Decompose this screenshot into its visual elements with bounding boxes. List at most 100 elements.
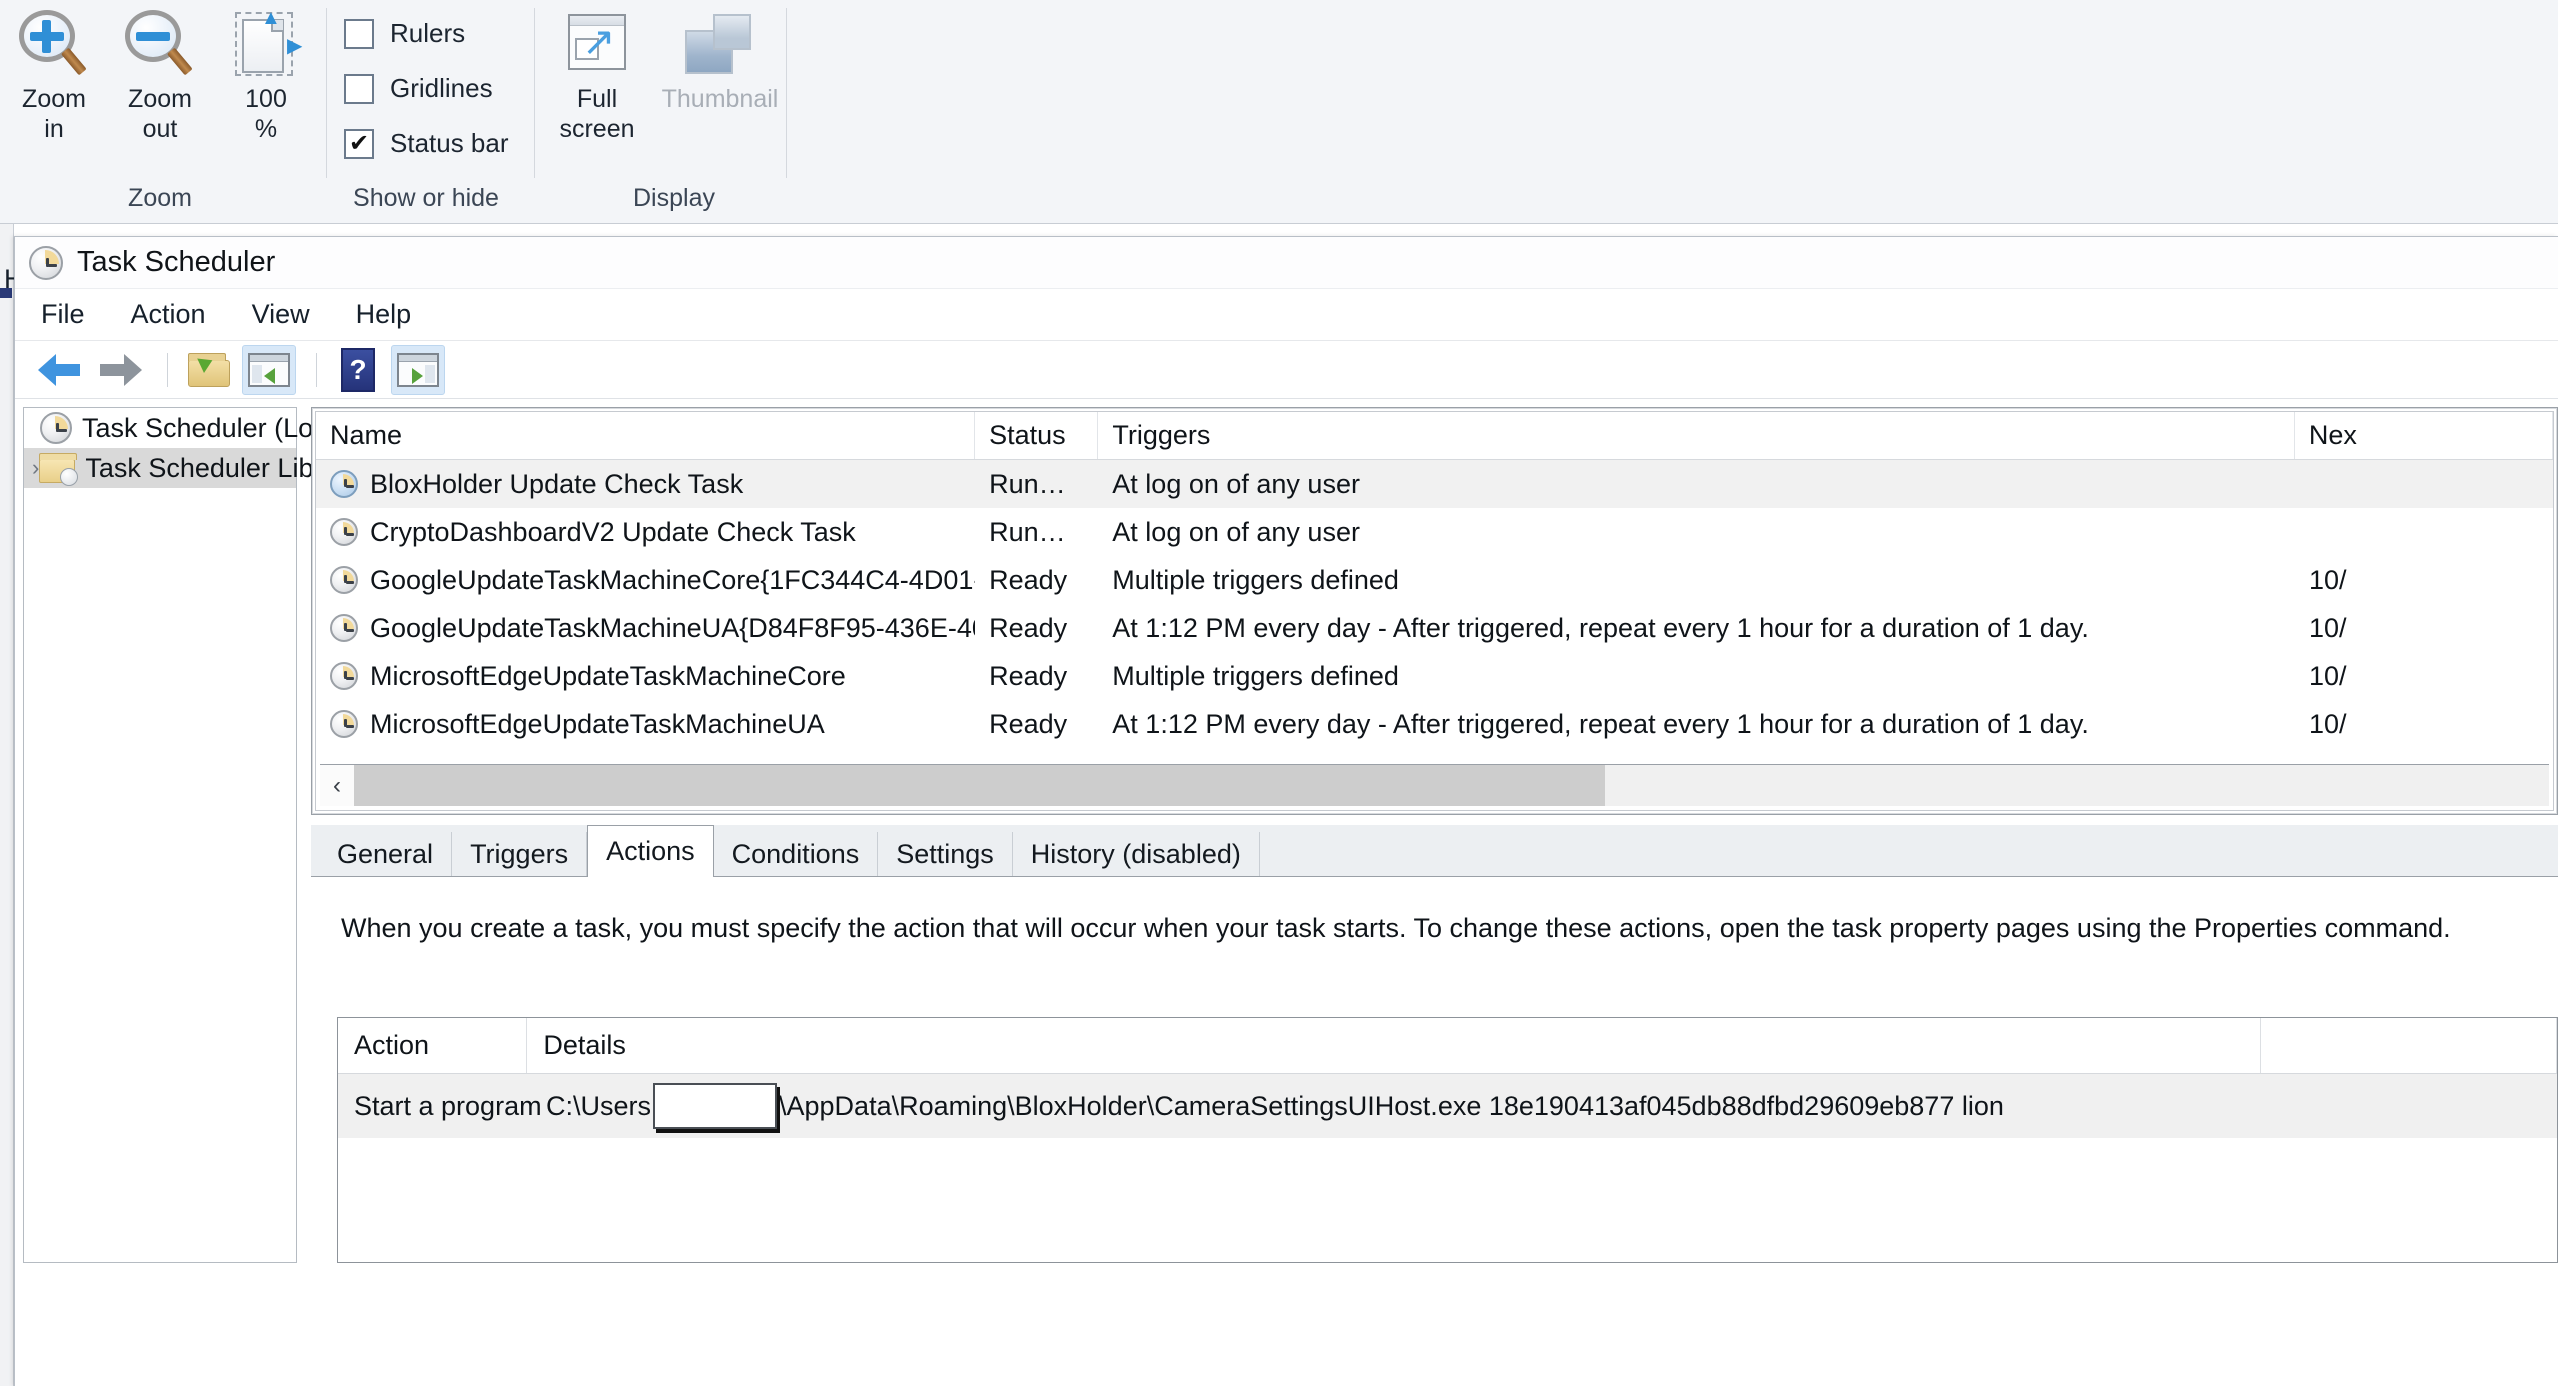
details-column[interactable]: Details	[527, 1018, 2262, 1073]
task-status-cell: Ready	[989, 564, 1068, 595]
zoom-in-button[interactable]: Zoom in	[6, 10, 102, 144]
task-list-header: Name Status Triggers Nex	[316, 412, 2553, 460]
forward-button[interactable]	[93, 345, 147, 395]
ribbon-divider-2	[534, 8, 535, 178]
task-name-text: BloxHolder Update Check Task	[370, 468, 744, 499]
status-bar-checkbox[interactable]: ✔ Status bar	[344, 128, 509, 159]
toolbar-divider-1	[167, 352, 168, 387]
table-row[interactable]: CryptoDashboardV2 Update Check Task Run……	[316, 508, 2553, 556]
gridlines-label: Gridlines	[390, 73, 493, 103]
task-name-cell: GoogleUpdateTaskMachineCore{1FC344C4-4D0…	[316, 565, 975, 596]
gridlines-checkbox-box[interactable]	[344, 73, 374, 104]
scroll-left-icon[interactable]: ‹	[320, 765, 354, 806]
task-name-text: GoogleUpdateTaskMachineCore{1FC344C4-4D0…	[370, 564, 976, 595]
table-row[interactable]: Start a program C:\Users \AppData\Roamin…	[338, 1074, 2557, 1138]
show-hide-group-label: Show or hide	[353, 184, 499, 212]
task-name-text: GoogleUpdateTaskMachineUA{D84F8F95-436E-…	[370, 612, 975, 643]
back-button[interactable]	[33, 345, 87, 395]
paint-ribbon: Zoom in Zoom out ▲ ▶ 100 % Zoom Rulers G…	[0, 0, 2558, 224]
tree-item-task-scheduler-local[interactable]: Task Scheduler (Local)	[24, 408, 357, 448]
clock-icon	[330, 470, 358, 498]
tab-settings[interactable]: Settings	[878, 832, 1013, 876]
column-status[interactable]: Status	[975, 412, 1099, 459]
task-status-cell: Run…	[989, 468, 1066, 499]
thumbnail-label: Thumbnail	[661, 85, 779, 113]
console-tree-pane: Task Scheduler (Local) › Task Scheduler …	[23, 407, 360, 1263]
status-bar-checkbox-box[interactable]: ✔	[344, 128, 374, 159]
scrollbar-track[interactable]	[354, 765, 2549, 806]
task-next-cell: 10/	[2308, 660, 2347, 691]
show-hide-console-tree-button[interactable]	[242, 344, 296, 395]
rulers-label: Rulers	[390, 18, 466, 48]
clock-icon	[40, 412, 72, 444]
zoom-100-label: 100 %	[245, 85, 287, 143]
extra-cell	[2262, 1074, 2557, 1138]
table-row[interactable]: MicrosoftEdgeUpdateTaskMachineUA Ready A…	[316, 700, 2553, 748]
table-row[interactable]: GoogleUpdateTaskMachineUA{D84F8F95-436E-…	[316, 604, 2553, 652]
menu-help[interactable]: Help	[356, 299, 412, 330]
task-next-cell: 10/	[2308, 564, 2347, 595]
tree-item-task-scheduler-library[interactable]: › Task Scheduler Library	[24, 448, 360, 488]
help-button[interactable]: ?	[331, 345, 385, 395]
clock-icon	[330, 662, 358, 690]
status-bar-label: Status bar	[390, 128, 509, 158]
clock-icon	[330, 566, 358, 594]
window-title: Task Scheduler	[77, 246, 276, 278]
column-name[interactable]: Name	[316, 412, 976, 459]
details-path-prefix: C:\Users	[546, 1090, 652, 1121]
action-column[interactable]: Action	[338, 1018, 528, 1073]
task-next-cell: 10/	[2308, 612, 2347, 643]
task-triggers-cell: At 1:12 PM every day - After triggered, …	[1112, 612, 2089, 643]
action-cell: Start a program	[354, 1090, 542, 1121]
menu-view[interactable]: View	[252, 299, 310, 330]
full-screen-button[interactable]: ↗ Full screen	[548, 12, 646, 144]
back-arrow-icon	[38, 353, 82, 387]
clock-icon	[330, 518, 358, 546]
task-triggers-cell: Multiple triggers defined	[1112, 660, 1399, 691]
extra-column[interactable]	[2261, 1018, 2557, 1073]
menu-file[interactable]: File	[41, 299, 85, 330]
tab-actions[interactable]: Actions	[587, 825, 714, 877]
action-pane-icon	[397, 352, 439, 387]
rulers-checkbox[interactable]: Rulers	[344, 18, 465, 49]
table-row[interactable]: GoogleUpdateTaskMachineCore{1FC344C4-4D0…	[316, 556, 2553, 604]
tab-triggers[interactable]: Triggers	[452, 832, 588, 876]
actions-tab-panel: When you create a task, you must specify…	[311, 877, 2558, 1263]
up-one-level-button[interactable]	[182, 345, 236, 395]
zoom-100-button[interactable]: ▲ ▶ 100 %	[218, 8, 314, 144]
table-row[interactable]: MicrosoftEdgeUpdateTaskMachineCore Ready…	[316, 652, 2553, 700]
chevron-right-icon[interactable]: ›	[32, 455, 39, 481]
column-triggers[interactable]: Triggers	[1098, 412, 2295, 459]
zoom-group-label: Zoom	[128, 184, 192, 212]
task-name-cell: CryptoDashboardV2 Update Check Task	[316, 517, 975, 548]
tab-history[interactable]: History (disabled)	[1012, 832, 1260, 876]
full-screen-icon: ↗	[560, 12, 634, 84]
show-hide-action-pane-button[interactable]	[391, 344, 445, 395]
details-path-suffix: \AppData\Roaming\BloxHolder\CameraSettin…	[779, 1090, 2004, 1121]
detail-tabs-area: General Triggers Actions Conditions Sett…	[311, 825, 2558, 1263]
column-next-run-time[interactable]: Nex	[2295, 412, 2553, 459]
library-folder-icon	[39, 453, 79, 486]
task-name-text: MicrosoftEdgeUpdateTaskMachineUA	[370, 708, 825, 739]
task-next-cell: 10/	[2308, 708, 2347, 739]
tab-general[interactable]: General	[319, 832, 453, 876]
table-row[interactable]: BloxHolder Update Check Task Run… At log…	[316, 460, 2553, 508]
actions-table: Action Details Start a program C:\Users …	[337, 1017, 2558, 1263]
actions-description: When you create a task, you must specify…	[341, 913, 2451, 943]
gridlines-checkbox[interactable]: Gridlines	[344, 73, 493, 104]
console-tree-icon	[248, 352, 290, 387]
task-list-view: Name Status Triggers Nex BloxHolder Upda…	[311, 407, 2558, 815]
toolbar: ?	[15, 341, 2558, 399]
zoom-out-button[interactable]: Zoom out	[112, 10, 208, 144]
scrollbar-thumb[interactable]	[354, 765, 1606, 806]
tab-conditions[interactable]: Conditions	[713, 832, 879, 876]
zoom-in-label: Zoom in	[22, 85, 86, 143]
rulers-checkbox-box[interactable]	[344, 18, 374, 49]
full-screen-label: Full screen	[559, 85, 635, 143]
task-scheduler-window: Task Scheduler File Action View Help ? T…	[14, 236, 2558, 1386]
horizontal-scrollbar[interactable]: ‹	[320, 764, 2549, 806]
task-triggers-cell: At log on of any user	[1112, 468, 1360, 499]
thumbnail-button[interactable]: Thumbnail	[640, 12, 800, 114]
toolbar-divider-2	[316, 352, 317, 387]
menu-action[interactable]: Action	[131, 299, 206, 330]
